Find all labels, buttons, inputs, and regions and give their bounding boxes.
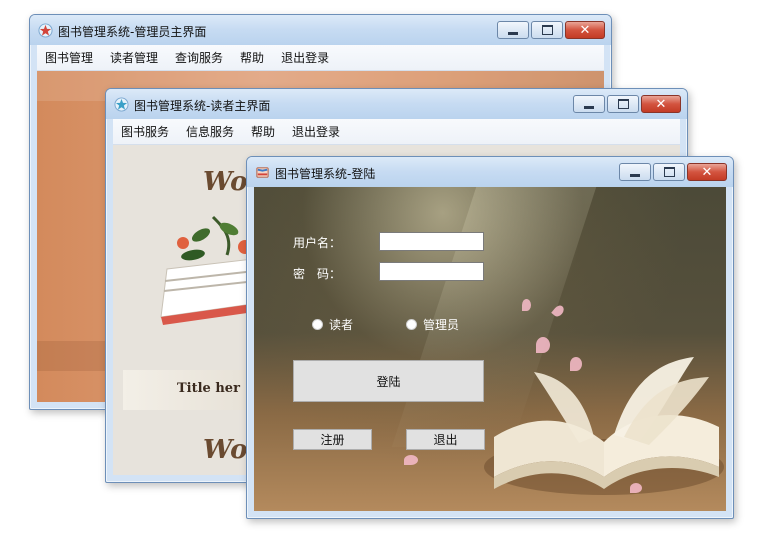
close-button[interactable]: ✕ bbox=[687, 163, 727, 181]
menu-logout[interactable]: 退出登录 bbox=[281, 49, 329, 66]
maximize-button[interactable] bbox=[531, 21, 563, 39]
minimize-button[interactable] bbox=[497, 21, 529, 39]
menu-book-service[interactable]: 图书服务 bbox=[121, 123, 169, 140]
book-app-icon bbox=[256, 167, 269, 178]
close-icon: ✕ bbox=[579, 22, 591, 38]
admin-titlebar[interactable]: 图书管理系统-管理员主界面 ✕ bbox=[30, 15, 611, 45]
petal bbox=[522, 299, 531, 311]
close-button[interactable]: ✕ bbox=[565, 21, 605, 39]
radio-circle bbox=[312, 319, 323, 330]
reader-window-title: 图书管理系统-读者主界面 bbox=[134, 99, 271, 113]
maximize-icon bbox=[541, 25, 553, 35]
password-input[interactable] bbox=[379, 262, 484, 281]
admin-menubar: 图书管理 读者管理 查询服务 帮助 退出登录 bbox=[37, 45, 604, 71]
exit-button[interactable]: 退出 bbox=[406, 429, 485, 450]
reader-window-controls: ✕ bbox=[573, 95, 681, 114]
minimize-button[interactable] bbox=[619, 163, 651, 181]
petal bbox=[630, 483, 642, 493]
minimize-button[interactable] bbox=[573, 95, 605, 113]
menu-book-management[interactable]: 图书管理 bbox=[45, 49, 93, 66]
login-window: 图书管理系统-登陆 ✕ 用户名： 密 码： 读者 管理员 登陆 注册 退出 bbox=[246, 156, 734, 519]
maximize-icon bbox=[617, 99, 629, 109]
register-button[interactable]: 注册 bbox=[293, 429, 372, 450]
open-book-photo bbox=[484, 357, 724, 495]
minimize-icon bbox=[584, 105, 594, 109]
maximize-button[interactable] bbox=[653, 163, 685, 181]
minimize-icon bbox=[508, 31, 518, 35]
petal bbox=[536, 337, 550, 353]
menu-help[interactable]: 帮助 bbox=[251, 123, 275, 140]
poster-word-bottom: Wo bbox=[203, 435, 248, 465]
reader-menubar: 图书服务 信息服务 帮助 退出登录 bbox=[113, 119, 680, 145]
petal bbox=[570, 357, 582, 371]
login-window-title: 图书管理系统-登陆 bbox=[275, 167, 376, 181]
menu-info-service[interactable]: 信息服务 bbox=[186, 123, 234, 140]
menu-query-service[interactable]: 查询服务 bbox=[175, 49, 223, 66]
close-button[interactable]: ✕ bbox=[641, 95, 681, 113]
password-label: 密 码： bbox=[293, 267, 342, 281]
poster-subtitle: Title her bbox=[177, 381, 240, 396]
reader-titlebar[interactable]: 图书管理系统-读者主界面 ✕ bbox=[106, 89, 687, 119]
role-admin-radio[interactable]: 管理员 bbox=[406, 316, 459, 333]
admin-window-controls: ✕ bbox=[497, 21, 605, 40]
radio-circle bbox=[406, 319, 417, 330]
close-icon: ✕ bbox=[701, 164, 713, 180]
menu-logout[interactable]: 退出登录 bbox=[292, 123, 340, 140]
maximize-button[interactable] bbox=[607, 95, 639, 113]
username-label: 用户名： bbox=[293, 236, 342, 250]
app-icon bbox=[38, 23, 53, 38]
minimize-icon bbox=[630, 173, 640, 177]
admin-window-title: 图书管理系统-管理员主界面 bbox=[58, 25, 207, 39]
petal bbox=[404, 455, 418, 465]
login-background-image: 用户名： 密 码： 读者 管理员 登陆 注册 退出 bbox=[254, 187, 726, 511]
login-titlebar[interactable]: 图书管理系统-登陆 ✕ bbox=[247, 157, 733, 187]
login-window-controls: ✕ bbox=[619, 163, 727, 182]
login-button[interactable]: 登陆 bbox=[293, 360, 484, 402]
maximize-icon bbox=[663, 167, 675, 177]
menu-reader-management[interactable]: 读者管理 bbox=[110, 49, 158, 66]
close-icon: ✕ bbox=[655, 96, 667, 112]
role-reader-radio[interactable]: 读者 bbox=[312, 316, 353, 333]
role-admin-label: 管理员 bbox=[423, 318, 460, 332]
username-input[interactable] bbox=[379, 232, 484, 251]
role-reader-label: 读者 bbox=[329, 318, 354, 332]
menu-help[interactable]: 帮助 bbox=[240, 49, 264, 66]
app-icon bbox=[114, 97, 129, 112]
poster-word-top: Wo bbox=[203, 167, 248, 197]
